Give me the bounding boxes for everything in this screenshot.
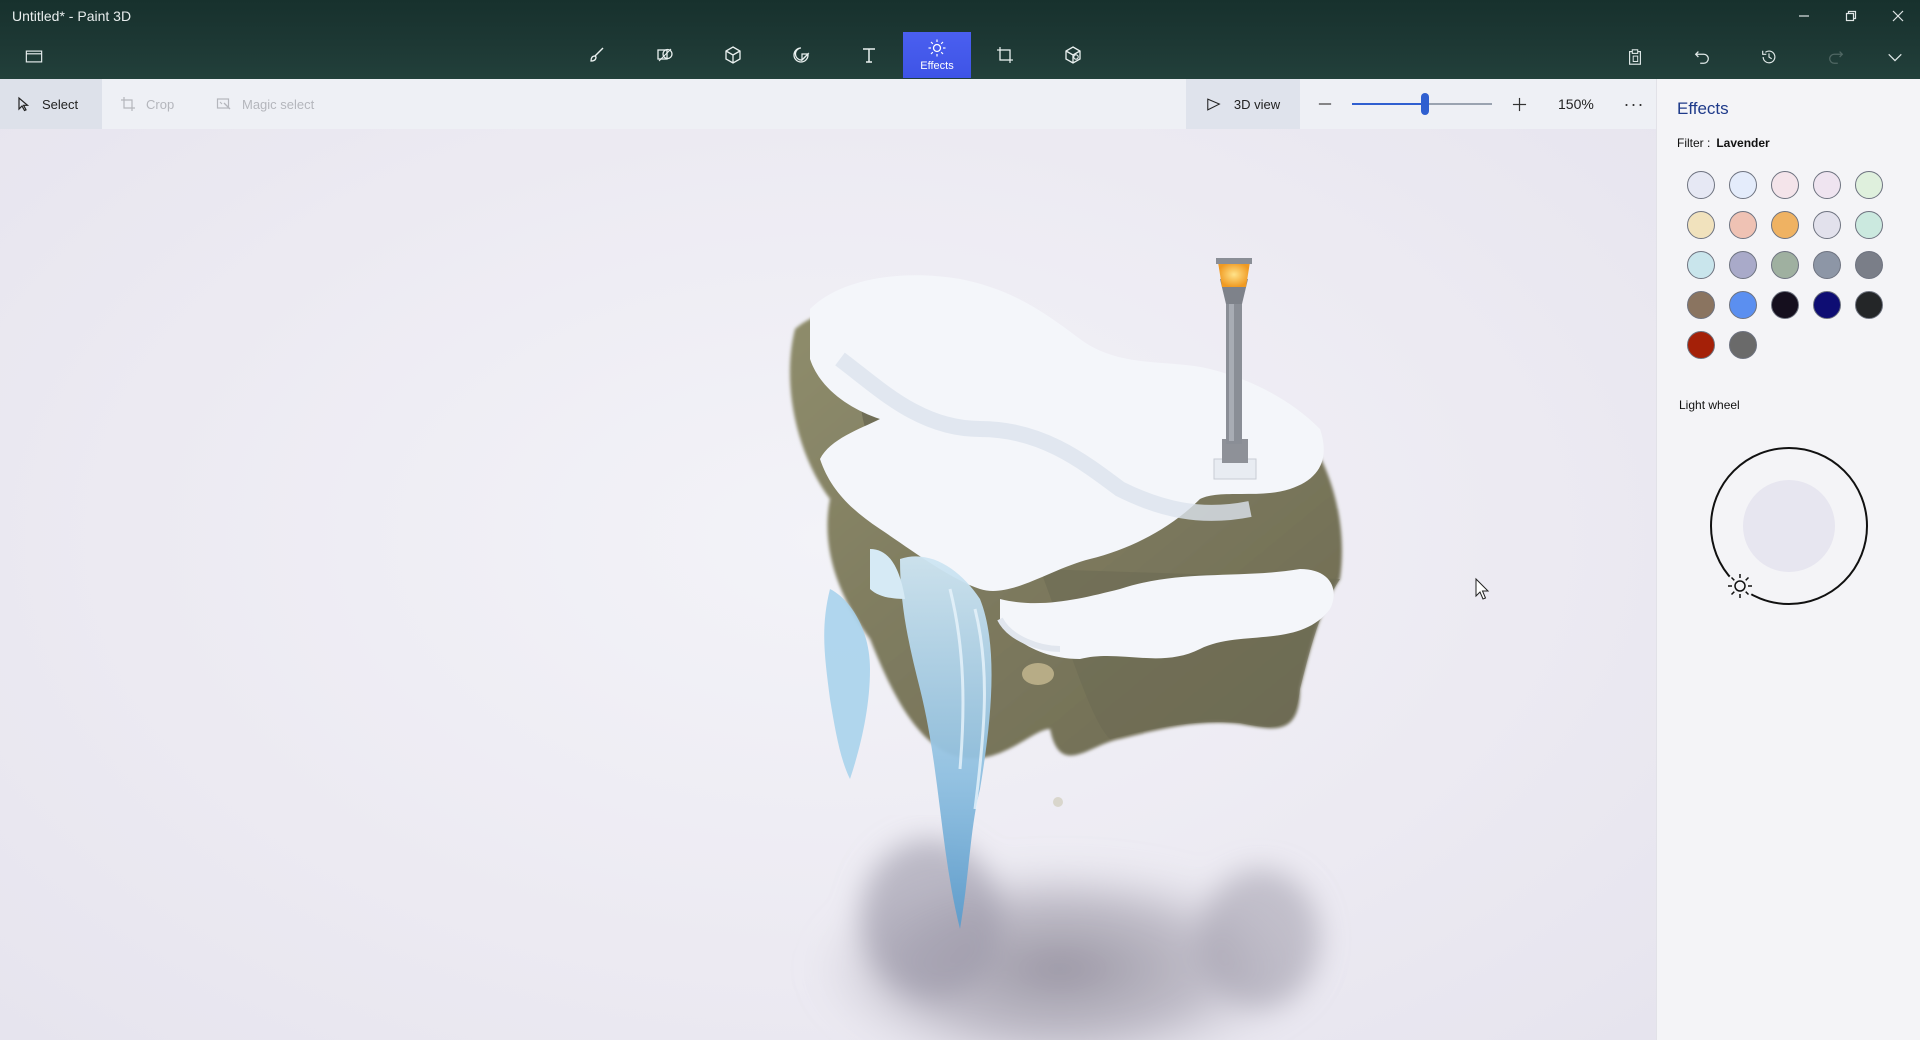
filter-swatch[interactable] — [1855, 251, 1883, 279]
zoom-out-button[interactable] — [1314, 92, 1336, 116]
filter-swatch[interactable] — [1729, 171, 1757, 199]
paste-button[interactable] — [1620, 44, 1650, 70]
select-label: Select — [42, 96, 79, 112]
tool-brushes[interactable] — [563, 32, 631, 78]
light-wheel[interactable] — [1709, 446, 1869, 606]
cursor-icon — [18, 96, 30, 112]
chevron-down-icon — [1888, 53, 1902, 62]
close-icon — [1892, 10, 1904, 22]
filter-swatch[interactable] — [1855, 291, 1883, 319]
secondary-toolbar: Select Crop Magic select 3D view 150% ··… — [0, 79, 1656, 129]
paste-icon — [1629, 49, 1641, 65]
light-wheel-label: Light wheel — [1679, 398, 1740, 412]
tool-text[interactable] — [835, 32, 903, 78]
minus-icon — [1318, 103, 1332, 105]
2d-shapes-icon — [657, 48, 673, 62]
filter-swatch[interactable] — [1729, 251, 1757, 279]
close-button[interactable] — [1880, 4, 1916, 28]
undo-button[interactable] — [1687, 44, 1717, 70]
filter-swatch[interactable] — [1687, 291, 1715, 319]
zoom-in-button[interactable] — [1508, 92, 1530, 116]
sticker-icon — [793, 47, 810, 63]
select-button[interactable]: Select — [0, 79, 102, 129]
filter-label: Filter : — [1677, 136, 1711, 150]
filter-swatch[interactable] — [1813, 211, 1841, 239]
tool-3d-shapes[interactable] — [699, 32, 767, 78]
filter-value: Lavender — [1716, 136, 1770, 150]
folder-icon — [25, 50, 43, 62]
crop-icon — [121, 97, 135, 111]
filter-swatch[interactable] — [1771, 171, 1799, 199]
floating-island-model[interactable] — [789, 275, 1342, 929]
cube-icon — [725, 46, 741, 64]
effects-panel: Effects Filter : Lavender Light wheel — [1656, 79, 1920, 1040]
sun-icon[interactable] — [1726, 572, 1754, 600]
redo-icon — [1829, 51, 1844, 64]
filter-swatch[interactable] — [1687, 251, 1715, 279]
window-title: Untitled* - Paint 3D — [12, 8, 132, 24]
tool-stickers[interactable] — [767, 32, 835, 78]
filter-swatch[interactable] — [1729, 291, 1757, 319]
brush-icon — [590, 47, 604, 62]
3d-view-button[interactable]: 3D view — [1186, 79, 1300, 129]
zoom-slider-fill — [1352, 103, 1425, 105]
canvas-area[interactable] — [0, 129, 1656, 1040]
magic-select-button[interactable]: Magic select — [216, 79, 314, 129]
restore-icon — [1845, 10, 1857, 22]
minimize-button[interactable] — [1786, 4, 1822, 28]
plus-icon — [1512, 97, 1526, 111]
filter-swatch[interactable] — [1813, 251, 1841, 279]
title-bar: Untitled* - Paint 3D Effects — [0, 0, 1920, 79]
expand-button[interactable] — [1880, 44, 1910, 70]
light-wheel-center — [1743, 480, 1835, 572]
filter-swatch[interactable] — [1687, 331, 1715, 359]
magic-select-icon — [216, 98, 231, 110]
filter-swatches — [1687, 171, 1917, 359]
panel-title: Effects — [1677, 99, 1729, 118]
sun-icon — [928, 39, 946, 57]
filter-swatch[interactable] — [1729, 211, 1757, 239]
filter-swatch[interactable] — [1771, 291, 1799, 319]
3d-library-icon — [1065, 46, 1081, 64]
more-options-button[interactable]: ··· — [1620, 92, 1648, 116]
filter-swatch[interactable] — [1813, 291, 1841, 319]
menu-button[interactable] — [20, 44, 48, 68]
zoom-slider-thumb[interactable] — [1420, 93, 1429, 115]
redo-button[interactable] — [1821, 44, 1851, 70]
history-icon — [1762, 50, 1776, 64]
crop-button[interactable]: Crop — [120, 79, 174, 129]
tool-effects-label: Effects — [920, 60, 954, 72]
crop-label: Crop — [146, 96, 175, 112]
tool-2d-shapes[interactable] — [631, 32, 699, 78]
filter-swatch[interactable] — [1687, 211, 1715, 239]
filter-swatch[interactable] — [1729, 331, 1757, 359]
tool-canvas[interactable] — [971, 32, 1039, 78]
scene-canvas — [789, 258, 1490, 1040]
filter-swatch[interactable] — [1855, 211, 1883, 239]
zoom-percentage: 150% — [1558, 96, 1594, 112]
tool-effects[interactable]: Effects — [903, 32, 971, 78]
tool-3d-library[interactable] — [1039, 32, 1107, 78]
filter-swatch[interactable] — [1771, 251, 1799, 279]
text-icon — [863, 48, 875, 63]
3d-view-label: 3D view — [1233, 96, 1281, 112]
filter-swatch[interactable] — [1813, 171, 1841, 199]
model-shadow — [810, 839, 1320, 1040]
filter-swatch[interactable] — [1687, 171, 1715, 199]
canvas-crop-icon — [997, 47, 1013, 63]
filter-row: Filter : Lavender — [1677, 136, 1770, 150]
zoom-slider[interactable] — [1352, 93, 1492, 115]
filter-swatch[interactable] — [1771, 211, 1799, 239]
mouse-cursor — [1475, 577, 1490, 600]
magic-select-label: Magic select — [242, 96, 315, 112]
undo-icon — [1694, 51, 1709, 64]
3d-view-icon — [1207, 97, 1221, 111]
minimize-icon — [1799, 15, 1809, 17]
restore-button[interactable] — [1833, 4, 1869, 28]
filter-swatch[interactable] — [1855, 171, 1883, 199]
history-button[interactable] — [1754, 44, 1784, 70]
